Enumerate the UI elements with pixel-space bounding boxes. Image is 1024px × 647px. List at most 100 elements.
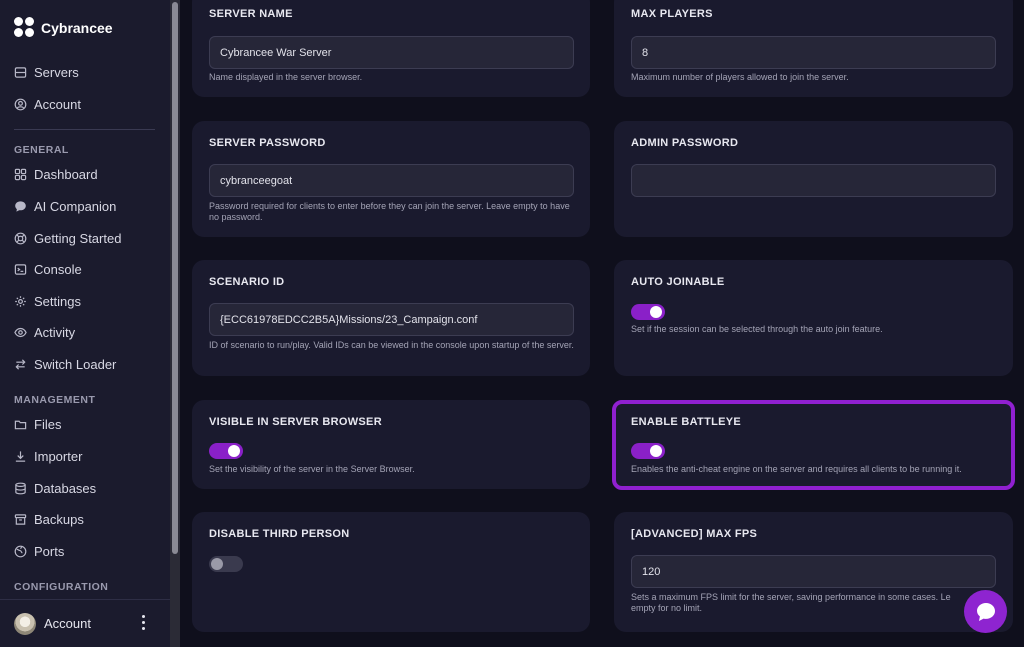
field-title: SERVER NAME: [209, 8, 293, 20]
field-help: ID of scenario to run/play. Valid IDs ca…: [209, 340, 574, 350]
card-max-players: MAX PLAYERS Maximum number of players al…: [614, 0, 1013, 97]
sidebar-item-label: Switch Loader: [34, 356, 117, 372]
toggle-knob: [228, 445, 240, 457]
field-title: ENABLE BATTLEYE: [631, 416, 742, 428]
sidebar-item-label: Settings: [34, 293, 81, 309]
sidebar-divider: [14, 129, 155, 130]
toggle-knob: [650, 445, 662, 457]
sidebar-item-activity[interactable]: Activity: [14, 323, 75, 341]
sidebar-item-getting-started[interactable]: Getting Started: [14, 229, 121, 247]
field-help: Password required for clients to enter b…: [209, 201, 570, 222]
lifebuoy-icon: [14, 232, 27, 245]
field-help: Enables the anti-cheat engine on the ser…: [631, 464, 962, 474]
archive-icon: [14, 513, 27, 526]
account-bar[interactable]: Account: [0, 599, 170, 647]
sidebar-item-servers[interactable]: Servers: [14, 63, 79, 81]
sidebar-item-label: Backups: [34, 511, 84, 527]
enable-battleye-toggle[interactable]: [631, 443, 665, 459]
sidebar-item-importer[interactable]: Importer: [14, 447, 82, 465]
sidebar-item-label: Files: [34, 416, 62, 432]
card-max-fps: [ADVANCED] MAX FPS Sets a maximum FPS li…: [614, 512, 1013, 632]
sidebar-item-label: Databases: [34, 480, 97, 496]
field-title: AUTO JOINABLE: [631, 276, 725, 288]
section-label-general: GENERAL: [14, 144, 69, 156]
sidebar-item-label: Servers: [34, 64, 79, 80]
sidebar-scrollbar-thumb[interactable]: [172, 2, 178, 554]
swap-icon: [14, 358, 27, 371]
sidebar-item-databases[interactable]: Databases: [14, 479, 96, 497]
disable-third-person-toggle[interactable]: [209, 556, 243, 572]
max-players-input[interactable]: [631, 36, 996, 69]
sidebar-item-label: Console: [34, 261, 82, 277]
field-help-line-1: Sets a maximum FPS limit for the server,…: [631, 592, 951, 602]
sidebar-item-label: Getting Started: [34, 230, 122, 246]
sidebar-item-console[interactable]: Console: [14, 260, 82, 278]
sidebar-item-ports[interactable]: Ports: [14, 542, 64, 560]
live-chat-button[interactable]: [964, 590, 1007, 633]
field-title: DISABLE THIRD PERSON: [209, 528, 350, 540]
sidebar-item-files[interactable]: Files: [14, 415, 61, 433]
user-circle-icon: [14, 98, 27, 111]
account-bar-label: Account: [44, 616, 91, 631]
sidebar-item-backups[interactable]: Backups: [14, 510, 84, 528]
max-fps-input[interactable]: [631, 555, 996, 588]
sidebar-item-dashboard[interactable]: Dashboard: [14, 165, 98, 183]
kebab-menu-icon[interactable]: [142, 615, 146, 630]
cybrancee-logo-icon: [14, 17, 35, 38]
gear-icon: [14, 295, 27, 308]
download-icon: [14, 450, 27, 463]
field-help: Maximum number of players allowed to joi…: [631, 72, 849, 82]
sidebar-item-ai-companion[interactable]: AI Companion: [14, 197, 116, 215]
sidebar-item-label: Dashboard: [34, 166, 98, 182]
sidebar-item-label: AI Companion: [34, 198, 117, 214]
field-help: Name displayed in the server browser.: [209, 72, 363, 82]
visible-in-browser-toggle[interactable]: [209, 443, 243, 459]
sidebar: Cybrancee Servers Account GENERAL Dashbo…: [0, 0, 170, 647]
sidebar-item-label: Activity: [34, 324, 76, 340]
section-label-configuration: CONFIGURATION: [14, 581, 109, 593]
card-server-name: SERVER NAME Name displayed in the server…: [192, 0, 590, 97]
field-title: MAX PLAYERS: [631, 8, 713, 20]
chat-bubble-icon: [14, 200, 27, 213]
field-help-line-2: empty for no limit.: [631, 603, 703, 613]
folder-icon: [14, 418, 27, 431]
server-icon: [14, 66, 27, 79]
database-icon: [14, 482, 27, 495]
sidebar-item-settings[interactable]: Settings: [14, 292, 81, 310]
card-admin-password: ADMIN PASSWORD: [614, 121, 1013, 237]
scenario-id-input[interactable]: [209, 303, 574, 336]
card-disable-third-person: DISABLE THIRD PERSON: [192, 512, 590, 632]
card-auto-joinable: AUTO JOINABLE Set if the session can be …: [614, 260, 1013, 376]
eye-icon: [14, 326, 27, 339]
auto-joinable-toggle[interactable]: [631, 304, 665, 320]
brand-name: Cybrancee: [41, 19, 113, 36]
avatar: [14, 612, 36, 635]
server-password-input[interactable]: [209, 164, 574, 197]
card-scenario-id: SCENARIO ID ID of scenario to run/play. …: [192, 260, 590, 376]
field-title: [ADVANCED] MAX FPS: [631, 528, 758, 540]
field-title: SCENARIO ID: [209, 276, 285, 288]
field-title: SERVER PASSWORD: [209, 137, 326, 149]
toggle-knob: [650, 306, 662, 318]
sidebar-item-label: Ports: [34, 543, 65, 559]
field-help: Set if the session can be selected throu…: [631, 324, 883, 334]
sidebar-item-label: Account: [34, 96, 81, 112]
grid-icon: [14, 168, 27, 181]
card-server-password: SERVER PASSWORD Password required for cl…: [192, 121, 590, 237]
field-title: ADMIN PASSWORD: [631, 137, 739, 149]
field-title: VISIBLE IN SERVER BROWSER: [209, 416, 382, 428]
toggle-knob: [211, 558, 223, 570]
brand[interactable]: Cybrancee: [14, 17, 113, 38]
admin-password-input[interactable]: [631, 164, 996, 197]
terminal-icon: [14, 263, 27, 276]
chat-bubble-icon: [976, 602, 995, 621]
sidebar-item-account[interactable]: Account: [14, 95, 81, 113]
field-help: Set the visibility of the server in the …: [209, 464, 415, 474]
card-enable-battleye: ENABLE BATTLEYE Enables the anti-cheat e…: [614, 400, 1013, 489]
sidebar-item-switch-loader[interactable]: Switch Loader: [14, 355, 116, 373]
section-label-management: MANAGEMENT: [14, 394, 96, 406]
server-name-input[interactable]: [209, 36, 574, 69]
sidebar-item-label: Importer: [34, 448, 83, 464]
globe-icon: [14, 545, 27, 558]
card-visible-in-server-browser: VISIBLE IN SERVER BROWSER Set the visibi…: [192, 400, 590, 489]
